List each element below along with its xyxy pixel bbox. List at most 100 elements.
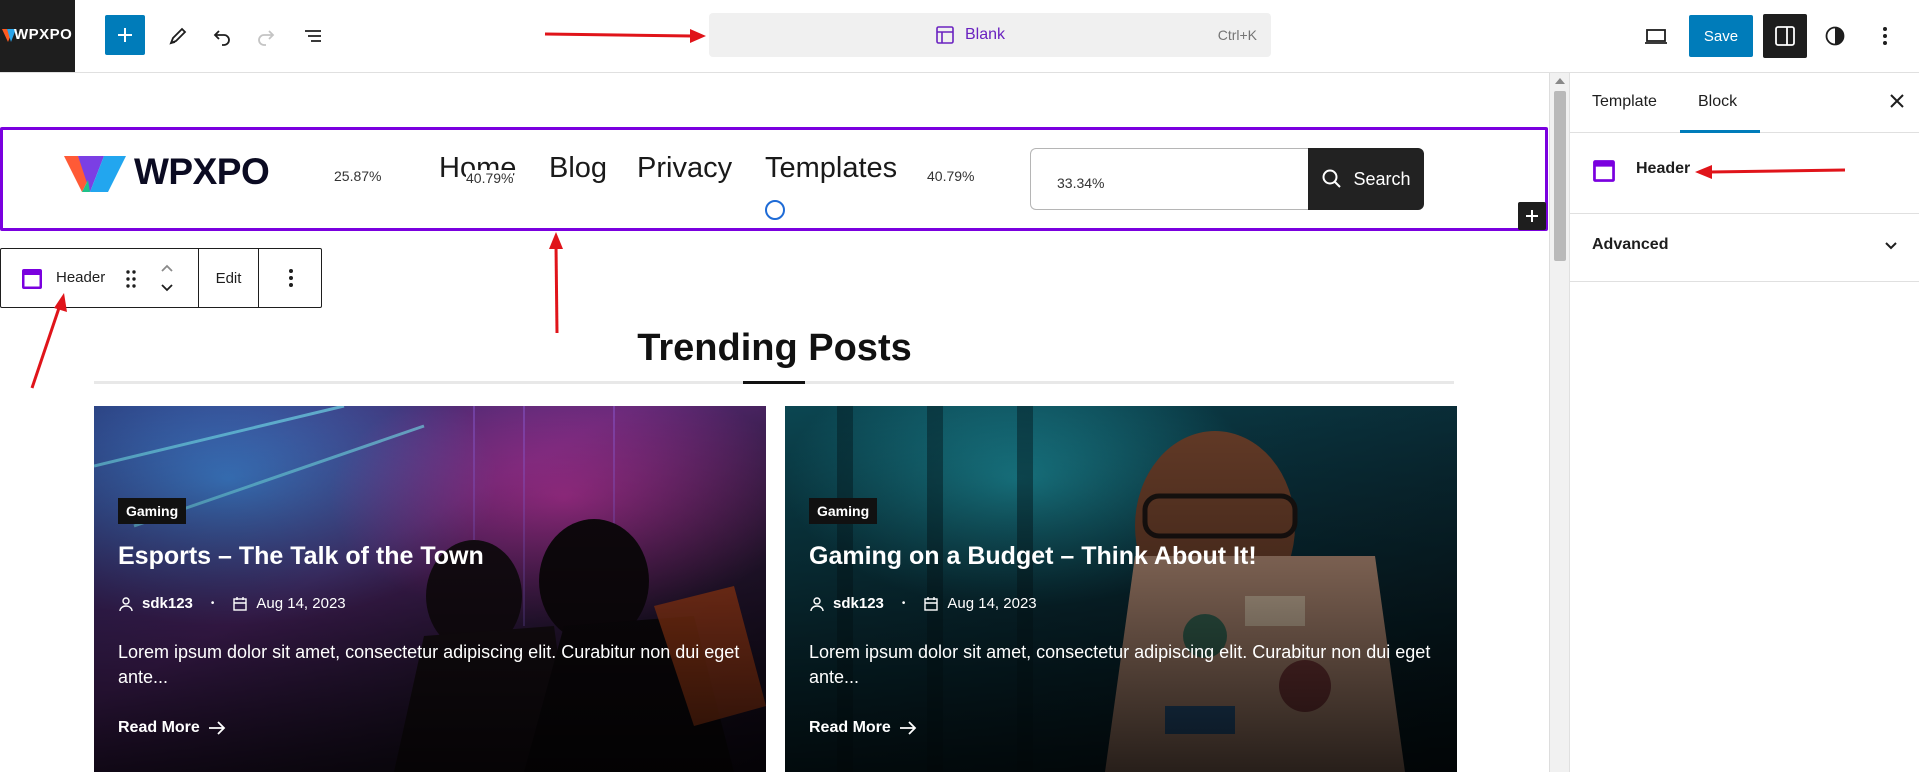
post-author[interactable]: sdk123 xyxy=(833,595,884,612)
post-meta: sdk123 • Aug 14, 2023 xyxy=(118,595,346,612)
nav-item-blog[interactable]: Blog xyxy=(549,152,607,185)
block-card: Header xyxy=(1570,134,1919,214)
column-width-label: 40.79% xyxy=(927,168,975,184)
save-button[interactable]: Save xyxy=(1689,15,1753,57)
redo-icon xyxy=(258,30,275,46)
settings-sidebar-toggle[interactable] xyxy=(1763,14,1807,58)
read-more-link[interactable]: Read More xyxy=(118,719,226,737)
close-icon xyxy=(1890,94,1904,108)
tools-button[interactable] xyxy=(158,16,198,56)
contrast-icon xyxy=(1825,26,1845,46)
block-name: Header xyxy=(56,269,106,286)
post-meta: sdk123 • Aug 14, 2023 xyxy=(809,595,1037,612)
tab-block[interactable]: Block xyxy=(1698,93,1737,111)
command-palette-bar[interactable]: Blank Ctrl+K xyxy=(709,13,1271,57)
block-appender-button[interactable] xyxy=(1518,202,1546,230)
post-title[interactable]: Gaming on a Budget – Think About It! xyxy=(809,542,1257,571)
image-overlay xyxy=(94,406,766,772)
advanced-panel-toggle[interactable]: Advanced xyxy=(1570,214,1919,282)
preview-button[interactable] xyxy=(1636,16,1676,56)
header-template-part[interactable]: WPXPO 25.87% Home 40.79% Blog Privacy Te… xyxy=(0,127,1548,231)
category-badge[interactable]: Gaming xyxy=(809,498,878,524)
site-logo-button[interactable]: WPXPO xyxy=(0,0,75,72)
user-icon xyxy=(810,596,824,611)
template-part-icon[interactable] xyxy=(21,268,43,290)
drag-handle-icon[interactable] xyxy=(125,269,137,289)
post-author[interactable]: sdk123 xyxy=(142,595,193,612)
section-heading: Trending Posts xyxy=(637,327,912,369)
block-inserter-toggle[interactable] xyxy=(105,15,145,55)
canvas-scrollbar[interactable] xyxy=(1549,73,1569,772)
options-menu-button[interactable] xyxy=(1865,16,1905,56)
post-excerpt: Lorem ipsum dolor sit amet, consectetur … xyxy=(809,642,1431,687)
more-vertical-icon xyxy=(1883,27,1887,45)
edit-template-part-button[interactable]: Edit xyxy=(199,249,259,307)
move-up-icon[interactable] xyxy=(159,262,175,274)
document-title: Blank xyxy=(965,26,1006,43)
close-sidebar-button[interactable] xyxy=(1885,89,1909,113)
calendar-icon xyxy=(233,596,248,611)
nav-item-templates[interactable]: Templates xyxy=(765,152,897,185)
wpxpo-logo-icon xyxy=(64,156,126,192)
post-card[interactable]: Gaming Gaming on a Budget – Think About … xyxy=(785,406,1457,772)
block-toolbar: Header Edit xyxy=(0,248,322,308)
scroll-up-arrow-icon[interactable] xyxy=(1555,78,1565,84)
calendar-icon xyxy=(924,596,939,611)
block-card-title: Header xyxy=(1636,160,1691,177)
move-down-icon[interactable] xyxy=(159,282,175,294)
read-more-label: Read More xyxy=(809,719,891,736)
post-excerpt: Lorem ipsum dolor sit amet, consectetur … xyxy=(118,642,740,687)
more-vertical-icon[interactable] xyxy=(288,267,294,289)
arrow-right-icon xyxy=(208,721,226,735)
keyboard-shortcut: Ctrl+K xyxy=(1217,27,1257,43)
list-view-icon xyxy=(305,30,321,42)
edit-label: Edit xyxy=(215,269,242,287)
tab-template[interactable]: Template xyxy=(1592,93,1657,111)
scrollbar-thumb[interactable] xyxy=(1554,91,1566,261)
read-more-link[interactable]: Read More xyxy=(809,719,917,737)
block-switcher-group: Header xyxy=(1,249,199,307)
arrow-right-icon xyxy=(899,721,917,735)
redo-button[interactable] xyxy=(246,16,286,56)
heading-divider-accent xyxy=(743,381,805,384)
editor-top-toolbar: WPXPO Blank Ctrl+K Save xyxy=(0,0,1919,73)
post-card[interactable]: Gaming Esports – The Talk of the Town sd… xyxy=(94,406,766,772)
category-badge[interactable]: Gaming xyxy=(118,498,187,524)
column-width-label: 33.34% xyxy=(1057,175,1105,191)
document-title-group: Blank xyxy=(935,25,1005,45)
sidebar-tabs: Template Block xyxy=(1570,73,1919,133)
template-layout-icon xyxy=(936,26,954,44)
undo-icon xyxy=(213,30,230,46)
plus-icon xyxy=(1526,210,1538,222)
nav-item-privacy[interactable]: Privacy xyxy=(637,152,732,185)
post-date: Aug 14, 2023 xyxy=(947,595,1037,612)
desktop-icon xyxy=(1645,29,1667,44)
sidebar-icon xyxy=(1775,26,1795,46)
undo-button[interactable] xyxy=(202,16,242,56)
meta-separator: • xyxy=(901,598,906,609)
advanced-panel-title: Advanced xyxy=(1592,236,1669,253)
column-width-label: 25.87% xyxy=(334,168,382,184)
plus-icon xyxy=(118,28,132,42)
search-button-label: Search xyxy=(1353,168,1411,189)
post-title[interactable]: Esports – The Talk of the Town xyxy=(118,542,484,571)
template-part-icon xyxy=(1593,160,1615,182)
pencil-icon xyxy=(169,27,187,45)
logo-text: WPXPO xyxy=(14,26,73,43)
editor-canvas: WPXPO 25.87% Home 40.79% Blog Privacy Te… xyxy=(0,73,1549,772)
column-width-label: 40.79% xyxy=(466,170,514,186)
site-title: WPXPO xyxy=(134,151,270,192)
chevron-down-icon xyxy=(1885,242,1897,250)
search-input[interactable]: 33.34% xyxy=(1030,148,1312,210)
document-overview-button[interactable] xyxy=(293,16,333,56)
post-date: Aug 14, 2023 xyxy=(256,595,346,612)
styles-button[interactable] xyxy=(1815,16,1855,56)
settings-sidebar: Template Block Header Advanced xyxy=(1569,73,1919,772)
site-logo[interactable]: WPXPO xyxy=(64,150,270,194)
meta-separator: • xyxy=(210,598,215,609)
active-tab-indicator xyxy=(1680,130,1760,133)
resize-handle[interactable] xyxy=(765,200,785,220)
search-icon xyxy=(1322,169,1342,188)
user-icon xyxy=(119,596,133,611)
search-button[interactable]: Search xyxy=(1308,148,1424,210)
